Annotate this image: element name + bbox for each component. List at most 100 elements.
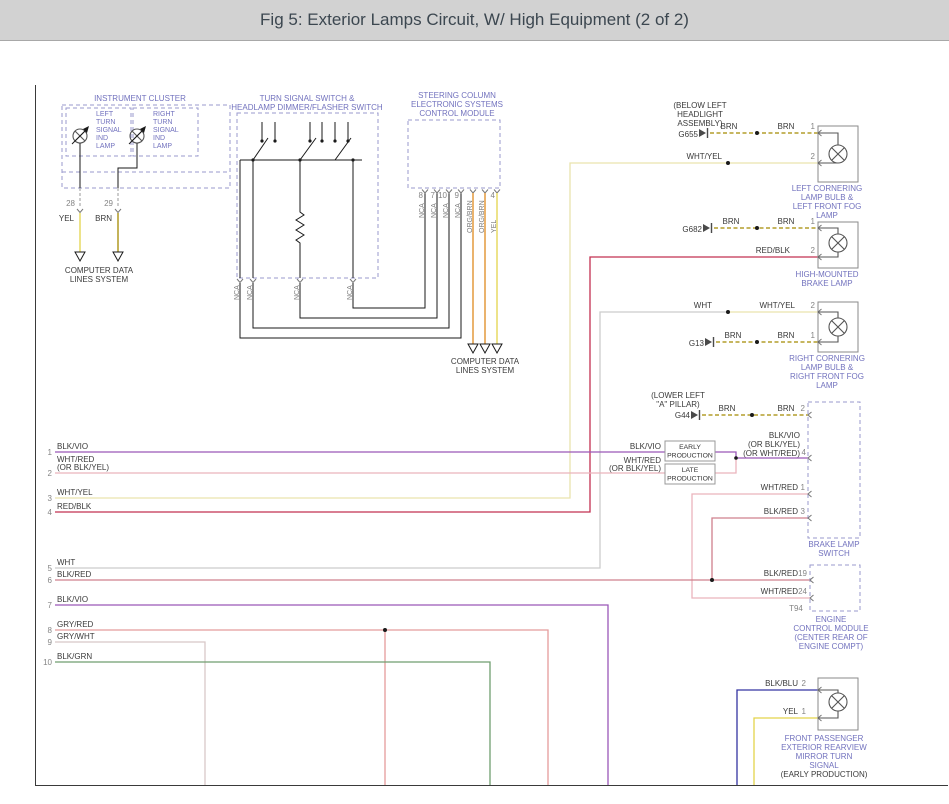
svg-text:CONTROL MODULE: CONTROL MODULE	[419, 109, 494, 118]
svg-text:10: 10	[43, 658, 52, 667]
ground-g44: G44	[675, 411, 691, 420]
svg-text:ELECTRONIC SYSTEMS: ELECTRONIC SYSTEMS	[411, 100, 503, 109]
svg-text:LAMP: LAMP	[816, 381, 838, 390]
svg-text:10: 10	[438, 191, 447, 200]
svg-text:PRODUCTION: PRODUCTION	[667, 453, 713, 460]
left-cornering-lamp: (BELOW LEFT HEADLIGHT ASSEMBLY) G655 BRN…	[673, 101, 862, 220]
pin-1: 1	[811, 217, 816, 226]
label-wht-yel: WHT/YEL	[759, 301, 795, 310]
svg-text:HEADLAMP DIMMER/FLASHER SWITCH: HEADLAMP DIMMER/FLASHER SWITCH	[231, 103, 383, 112]
wire-blk-vio-row7	[55, 605, 608, 785]
pin-24: 24	[798, 587, 807, 596]
svg-text:RIGHT FRONT FOG: RIGHT FRONT FOG	[790, 372, 864, 381]
bulb-icon	[829, 145, 847, 163]
svg-text:BRAKE LAMP: BRAKE LAMP	[801, 279, 852, 288]
turn-signal-switch: TURN SIGNAL SWITCH & HEADLAMP DIMMER/FLA…	[231, 94, 383, 300]
pin-1: 1	[811, 331, 816, 340]
svg-text:EXTERIOR REARVIEW: EXTERIOR REARVIEW	[781, 743, 867, 752]
module-box	[408, 120, 500, 188]
pin-2: 2	[802, 679, 807, 688]
svg-text:WHT/YEL: WHT/YEL	[57, 488, 93, 497]
pin-19: 19	[798, 569, 807, 578]
svg-text:BLK/VIO: BLK/VIO	[57, 595, 88, 604]
label-brn: BRN	[778, 217, 795, 226]
svg-text:5: 5	[48, 564, 53, 573]
ground-g655: G655	[678, 130, 698, 139]
switch-box	[808, 402, 860, 538]
svg-text:BLK/GRN: BLK/GRN	[57, 652, 92, 661]
left-lamp-label: LEFT	[96, 111, 114, 118]
svg-text:8: 8	[48, 626, 53, 635]
svg-text:WHT: WHT	[57, 558, 75, 567]
svg-text:2: 2	[48, 469, 53, 478]
bulb-icon	[829, 234, 847, 252]
wire-wht-red-late	[715, 458, 736, 473]
left-wire-rows: 1 BLK/VIO 2 WHT/RED (OR BLK/YEL) 3 WHT/Y…	[43, 442, 109, 667]
bulb-icon	[829, 318, 847, 336]
label-blk-red: BLK/RED	[764, 569, 798, 578]
label-or-blk-yel: (OR BLK/YEL)	[609, 464, 661, 473]
label-brn: BRN	[719, 404, 736, 413]
component-label: HIGH-MOUNTED	[795, 270, 858, 279]
module-pin-number: 8	[419, 191, 424, 200]
label-blk-blu: BLK/BLU	[765, 679, 798, 688]
svg-text:9: 9	[455, 191, 460, 200]
location-note: (BELOW LEFT	[673, 101, 726, 110]
ground-icon	[705, 337, 714, 347]
down-arrow-icon	[113, 252, 123, 261]
svg-text:(OR BLK/YEL): (OR BLK/YEL)	[57, 463, 109, 472]
svg-text:3: 3	[48, 494, 53, 503]
lamp-box	[818, 678, 858, 730]
svg-text:LAMP: LAMP	[153, 143, 172, 150]
svg-text:CONTROL MODULE: CONTROL MODULE	[793, 624, 868, 633]
ground-g682: G682	[682, 225, 702, 234]
pin-1: 1	[802, 707, 807, 716]
label-wht-red: WHT/RED	[761, 587, 799, 596]
wiring-diagram-canvas: INSTRUMENT CLUSTER LEFT TURN SIGNAL IND …	[0, 0, 949, 804]
svg-text:ENGINE COMPT): ENGINE COMPT)	[799, 642, 864, 651]
svg-text:ASSEMBLY): ASSEMBLY)	[677, 119, 723, 128]
component-label: FRONT PASSENGER	[785, 734, 864, 743]
computer-data-lines-label: COMPUTER DATA	[451, 357, 520, 366]
pin-4: 4	[802, 448, 807, 457]
right-lamp-label: RIGHT	[153, 111, 176, 118]
switch-title: TURN SIGNAL SWITCH &	[260, 94, 355, 103]
label-wht: WHT	[694, 301, 712, 310]
svg-text:LAMP: LAMP	[96, 143, 115, 150]
pin-2: 2	[811, 152, 816, 161]
wire-wht-right-cornering	[55, 312, 728, 568]
svg-text:SWITCH: SWITCH	[818, 549, 850, 558]
ground-g13: G13	[689, 339, 705, 348]
wire-blk-grn-row10	[55, 662, 490, 785]
svg-text:NCA: NCA	[431, 203, 438, 218]
module-data-pin-number: 4	[491, 191, 496, 200]
svg-text:LEFT FRONT FOG: LEFT FRONT FOG	[793, 202, 862, 211]
pin-2: 2	[811, 301, 816, 310]
svg-text:LINES SYSTEM: LINES SYSTEM	[70, 275, 129, 284]
svg-text:LATE: LATE	[682, 467, 699, 474]
component-label: RIGHT CORNERING	[789, 354, 865, 363]
label-brn: BRN	[778, 331, 795, 340]
label-blk-vio: BLK/VIO	[630, 442, 661, 451]
component-label: ENGINE	[816, 615, 847, 624]
svg-text:SIGNAL: SIGNAL	[153, 127, 179, 134]
pin-1: 1	[801, 483, 806, 492]
svg-text:6: 6	[48, 576, 53, 585]
svg-text:4: 4	[48, 508, 53, 517]
cluster-box	[62, 105, 230, 188]
row-label: BLK/VIO	[57, 442, 88, 451]
label-brn: BRN	[721, 122, 738, 131]
bulb-icon	[829, 693, 847, 711]
computer-data-lines-label: COMPUTER DATA	[65, 266, 134, 275]
right-cornering-lamp: WHT WHT/YEL 2 G13 BRN BRN 1 RIGHT CORNER…	[689, 301, 865, 390]
label-wht-red: WHT/RED	[761, 483, 799, 492]
label-blk-red: BLK/RED	[764, 507, 798, 516]
svg-text:(EARLY PRODUCTION): (EARLY PRODUCTION)	[781, 770, 868, 779]
label-blk-vio: BLK/VIO	[769, 431, 800, 440]
mirror-turn-signal: BLK/BLU 2 YEL 1 FRONT PASSENGER EXTERIOR…	[765, 678, 868, 779]
pin-3: 3	[801, 507, 806, 516]
label-brn: BRN	[723, 217, 740, 226]
engine-control-module: BLK/RED 19 WHT/RED 24 T94 ENGINE CONTROL…	[710, 565, 869, 651]
wire-gry-wht-row9	[55, 642, 205, 785]
svg-text:"A" PILLAR): "A" PILLAR)	[656, 400, 700, 409]
